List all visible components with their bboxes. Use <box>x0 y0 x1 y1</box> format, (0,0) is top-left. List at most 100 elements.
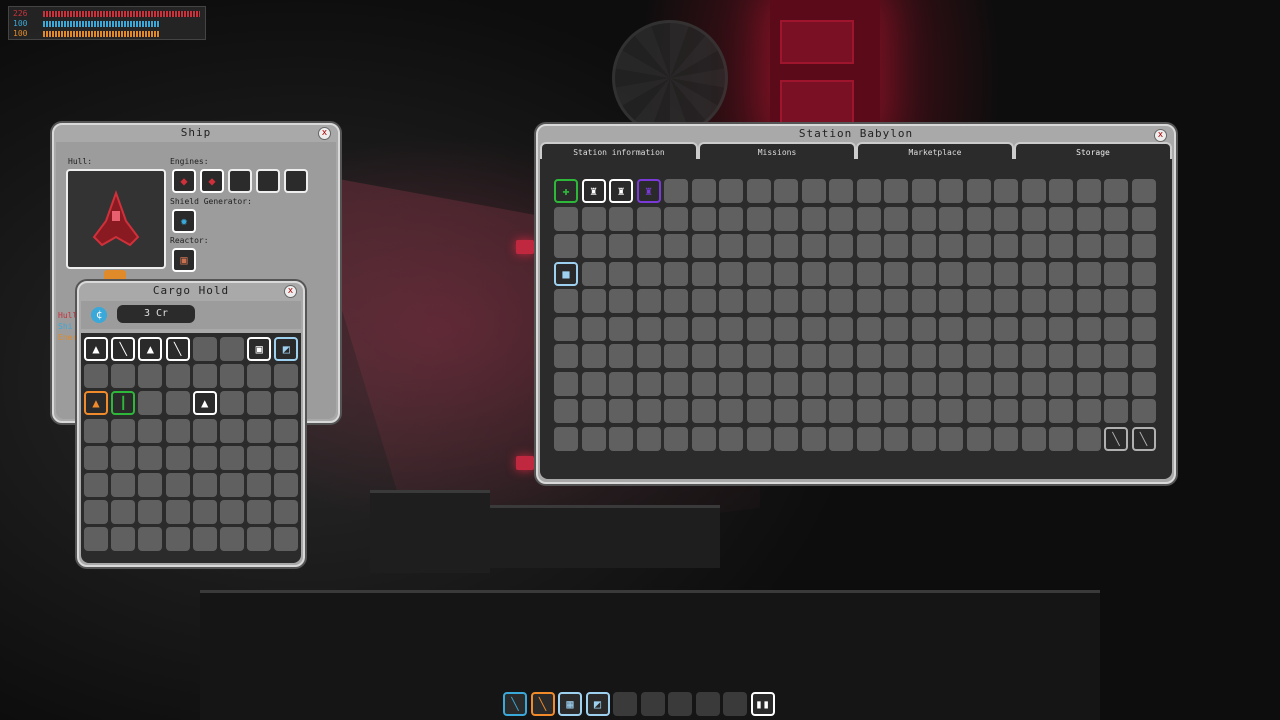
tab-missions[interactable]: Missions <box>698 142 856 159</box>
storage-slot[interactable] <box>1131 179 1156 203</box>
storage-slot[interactable] <box>829 289 853 313</box>
storage-slot[interactable] <box>581 426 606 451</box>
storage-slot[interactable] <box>1021 371 1046 396</box>
engine-red-icon[interactable]: ◆ <box>200 169 224 193</box>
storage-slot[interactable] <box>609 399 633 423</box>
storage-slot[interactable] <box>636 289 661 313</box>
storage-slot[interactable] <box>884 206 908 231</box>
storage-slot[interactable] <box>856 206 881 231</box>
storage-slot[interactable] <box>554 344 578 368</box>
storage-slot[interactable] <box>1104 344 1128 368</box>
stack-icon[interactable]: ▦ <box>558 692 582 716</box>
storage-slot[interactable] <box>884 234 908 258</box>
storage-slot[interactable] <box>691 234 716 258</box>
storage-slot[interactable] <box>856 261 881 286</box>
cargo-slot[interactable] <box>111 473 136 497</box>
cargo-slot[interactable] <box>111 527 136 552</box>
cargo-slot[interactable] <box>84 445 108 470</box>
cargo-slot[interactable] <box>138 364 163 389</box>
storage-slot[interactable] <box>774 179 798 203</box>
storage-slot[interactable] <box>1049 179 1073 203</box>
close-icon[interactable]: x <box>318 127 331 140</box>
cargo-slot[interactable] <box>220 445 244 470</box>
storage-slot[interactable] <box>664 179 688 203</box>
storage-slot[interactable] <box>1131 316 1156 341</box>
storage-slot[interactable] <box>746 399 771 423</box>
cargo-slot[interactable] <box>165 445 190 470</box>
engine-red-icon[interactable]: ◆ <box>172 169 196 193</box>
hotbar-slot[interactable] <box>695 692 720 716</box>
cargo-slot[interactable] <box>192 473 217 497</box>
ship-white-icon[interactable]: ▲ <box>192 391 217 416</box>
storage-slot[interactable] <box>719 316 743 341</box>
storage-slot[interactable] <box>911 371 936 396</box>
storage-slot[interactable] <box>664 261 688 286</box>
cargo-slot[interactable] <box>247 364 272 389</box>
cargo-slot[interactable] <box>220 473 244 497</box>
storage-slot[interactable] <box>664 371 688 396</box>
storage-slot[interactable] <box>801 289 826 313</box>
cargo-slot[interactable] <box>165 473 190 497</box>
storage-slot[interactable] <box>1049 426 1073 451</box>
storage-slot[interactable] <box>911 261 936 286</box>
tab-marketplace[interactable]: Marketplace <box>856 142 1014 159</box>
storage-slot[interactable] <box>554 289 578 313</box>
tube-green-icon[interactable]: ╲ <box>165 337 190 361</box>
storage-slot[interactable] <box>581 316 606 341</box>
laser-green-icon[interactable]: ╲ <box>530 692 555 716</box>
storage-slot[interactable] <box>966 206 991 231</box>
storage-slot[interactable] <box>664 426 688 451</box>
storage-slot[interactable] <box>856 371 881 396</box>
cargo-slot[interactable] <box>247 500 272 525</box>
cargo-slot[interactable] <box>111 364 136 389</box>
storage-slot[interactable] <box>911 206 936 231</box>
cargo-slot[interactable] <box>247 391 272 416</box>
storage-slot[interactable] <box>939 316 963 341</box>
storage-slot[interactable] <box>664 234 688 258</box>
storage-slot[interactable] <box>691 206 716 231</box>
cargo-slot[interactable] <box>165 391 190 416</box>
cargo-slot[interactable] <box>220 527 244 552</box>
storage-slot[interactable] <box>1104 399 1128 423</box>
storage-slot[interactable] <box>719 206 743 231</box>
storage-slot[interactable] <box>801 399 826 423</box>
storage-slot[interactable] <box>774 316 798 341</box>
storage-slot[interactable] <box>966 426 991 451</box>
storage-slot[interactable] <box>636 261 661 286</box>
storage-slot[interactable] <box>856 234 881 258</box>
storage-slot[interactable] <box>939 426 963 451</box>
cargo-slot[interactable] <box>165 364 190 389</box>
laser-red-icon[interactable]: ╲ <box>503 692 527 716</box>
storage-slot[interactable] <box>609 344 633 368</box>
storage-slot[interactable] <box>939 399 963 423</box>
hotbar-slot[interactable] <box>613 692 637 716</box>
hotbar-slot[interactable] <box>640 692 665 716</box>
storage-slot[interactable] <box>994 316 1018 341</box>
cargo-slot[interactable] <box>192 527 217 552</box>
storage-slot[interactable] <box>1076 234 1101 258</box>
storage-slot[interactable] <box>801 426 826 451</box>
storage-slot[interactable] <box>856 316 881 341</box>
storage-slot[interactable] <box>1049 371 1073 396</box>
cargo-slot[interactable] <box>138 527 163 552</box>
storage-slot[interactable] <box>636 399 661 423</box>
storage-slot[interactable] <box>1131 206 1156 231</box>
ship-gray-icon[interactable]: ▲ <box>138 337 163 361</box>
storage-slot[interactable] <box>774 399 798 423</box>
storage-slot[interactable] <box>746 289 771 313</box>
storage-slot[interactable] <box>1131 371 1156 396</box>
storage-slot[interactable] <box>911 234 936 258</box>
storage-slot[interactable] <box>939 261 963 286</box>
tube-green-icon[interactable]: ╲ <box>1131 426 1156 451</box>
storage-slot[interactable] <box>829 344 853 368</box>
storage-slot[interactable] <box>1049 234 1073 258</box>
storage-slot[interactable] <box>801 234 826 258</box>
storage-slot[interactable] <box>829 316 853 341</box>
storage-slot[interactable] <box>581 399 606 423</box>
storage-slot[interactable] <box>801 261 826 286</box>
storage-slot[interactable] <box>554 371 578 396</box>
storage-slot[interactable] <box>966 289 991 313</box>
storage-slot[interactable] <box>554 426 578 451</box>
storage-slot[interactable] <box>939 344 963 368</box>
cargo-slot[interactable] <box>192 500 217 525</box>
